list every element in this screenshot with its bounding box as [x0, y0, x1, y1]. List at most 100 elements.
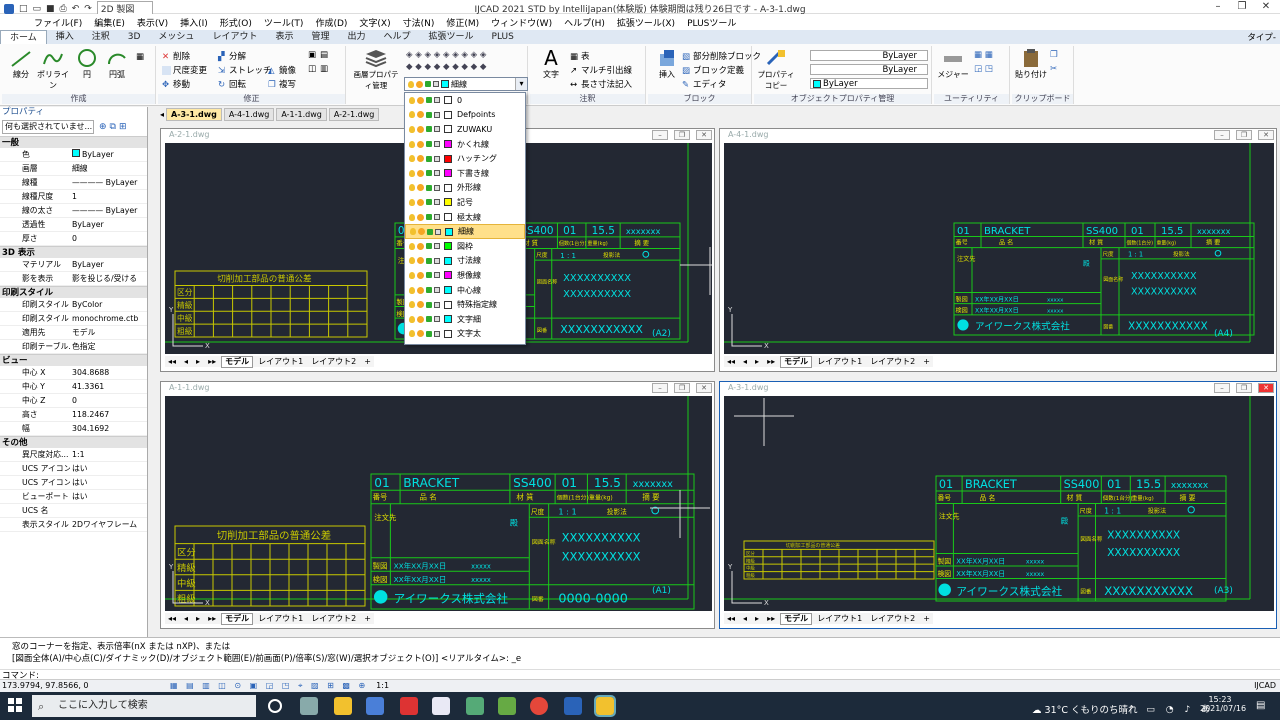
menu-item[interactable]: 寸法(N): [403, 16, 435, 29]
lock-icon[interactable]: [426, 199, 432, 206]
bulb-icon[interactable]: [409, 242, 415, 250]
property-row[interactable]: 線種尺度 1: [0, 190, 147, 204]
menu-item[interactable]: 文字(X): [359, 16, 390, 29]
ribbon-tab[interactable]: ヘルプ: [375, 30, 420, 44]
bulb-icon[interactable]: [409, 169, 415, 177]
viewport-a3[interactable]: A-3-1.dwg – ❐ ✕ 01 BRACKET SS400 01 15.5 xxxxxxx 番…: [719, 381, 1277, 629]
ribbon-tab[interactable]: レイアウト: [203, 30, 266, 44]
menu-item[interactable]: 挿入(I): [180, 16, 208, 29]
layer-item[interactable]: ZUWAKU: [405, 122, 525, 137]
menu-item[interactable]: ファイル(F): [34, 16, 82, 29]
viewport-titlebar[interactable]: A-3-1.dwg – ❐ ✕: [720, 382, 1276, 394]
notification-icon[interactable]: ▤: [1256, 700, 1265, 711]
property-value[interactable]: 2Dワイヤフレーム: [70, 518, 147, 531]
quick-select-icon[interactable]: ⧉: [110, 122, 116, 132]
copy-clip-icon[interactable]: ❐: [1050, 50, 1058, 60]
properties-section-header[interactable]: その他: [0, 436, 147, 448]
lock-icon[interactable]: [426, 330, 432, 337]
lock-icon[interactable]: [426, 214, 432, 221]
drawing-canvas[interactable]: 01 BRACKET SS400 01 15.5 xxxxxxx 番号 品 名 材 質 個数(1台…: [724, 143, 1274, 354]
modify-tools-2[interactable]: ◫ ▥: [308, 64, 328, 74]
ribbon-tab[interactable]: PLUS: [483, 30, 523, 44]
bulb-icon[interactable]: [409, 155, 415, 163]
property-row[interactable]: 印刷スタイル monochrome.ctb: [0, 312, 147, 326]
property-row[interactable]: 印刷テーブル...色指定: [0, 340, 147, 354]
menu-item[interactable]: ウィンドウ(W): [491, 16, 552, 29]
save-icon[interactable]: ■: [46, 4, 55, 14]
printer-icon[interactable]: [434, 316, 440, 323]
redo-icon[interactable]: ↷: [84, 4, 92, 14]
properties-section-header[interactable]: 一般: [0, 136, 147, 148]
printer-icon[interactable]: [434, 257, 440, 264]
menu-item[interactable]: 形式(O): [220, 16, 252, 29]
doc-tab[interactable]: A-2-1.dwg: [328, 107, 380, 121]
copy-button[interactable]: ❐ 複写: [268, 78, 296, 91]
undo-icon[interactable]: ↶: [72, 4, 80, 14]
bulb-icon[interactable]: [409, 330, 415, 338]
sun-icon[interactable]: [417, 257, 424, 265]
lock-icon[interactable]: [426, 155, 432, 162]
viewport-titlebar[interactable]: A-4-1.dwg – ❐ ✕: [720, 129, 1276, 141]
layer-item[interactable]: 0: [405, 93, 525, 108]
property-row[interactable]: 高さ 118.2467: [0, 408, 147, 422]
annotation-scale[interactable]: 1:1: [376, 680, 389, 692]
menu-item[interactable]: 編集(E): [94, 16, 125, 29]
property-row[interactable]: ビューポートご...はい: [0, 490, 147, 504]
property-value[interactable]: ByLayer: [70, 148, 147, 161]
property-row[interactable]: 中心 Y 41.3361: [0, 380, 147, 394]
property-value[interactable]: 細線: [70, 162, 147, 175]
layout-nav-icon[interactable]: ▸▸: [205, 614, 219, 624]
maximize-icon[interactable]: ❐: [1236, 383, 1252, 393]
printer-icon[interactable]: [434, 214, 440, 221]
modify-tools[interactable]: ▣ ▤: [308, 50, 328, 60]
lock-icon[interactable]: [426, 126, 432, 133]
add-layout-icon[interactable]: +: [920, 357, 933, 367]
lock-icon[interactable]: [426, 170, 432, 177]
ribbon-tab[interactable]: 表示: [266, 30, 302, 44]
property-value[interactable]: 304.1692: [70, 422, 147, 435]
sun-icon[interactable]: [417, 96, 424, 104]
layout-tab-model[interactable]: モデル: [221, 612, 254, 625]
sun-icon[interactable]: [417, 155, 424, 163]
bulb-icon[interactable]: [409, 315, 415, 323]
bulb-icon[interactable]: [409, 271, 415, 279]
explode-button[interactable]: ▞ 分解: [218, 50, 246, 63]
block-define-button[interactable]: ▨ ブロック定義: [682, 64, 744, 77]
ribbon-tab[interactable]: メッシュ: [149, 30, 203, 44]
app-icon-4[interactable]: [564, 697, 582, 715]
lock-icon[interactable]: [426, 141, 432, 148]
mirror-button[interactable]: ◭ 鏡像: [268, 64, 296, 77]
circle-button[interactable]: 円: [70, 48, 104, 80]
layout-tab-2[interactable]: レイアウト2: [867, 614, 918, 624]
lock-icon[interactable]: [426, 111, 432, 118]
property-row[interactable]: 画層 細線: [0, 162, 147, 176]
color-select[interactable]: ByLayer: [810, 78, 928, 89]
property-row[interactable]: 透過性 ByLayer: [0, 218, 147, 232]
property-value[interactable]: [70, 504, 147, 517]
line-button[interactable]: 線分: [4, 48, 38, 80]
layer-item[interactable]: 極太線: [405, 210, 525, 225]
utility-tools[interactable]: ▦ ▦: [974, 50, 993, 60]
bulb-icon[interactable]: [409, 286, 415, 294]
layout-nav-icon[interactable]: ▸: [752, 357, 762, 367]
explorer-icon[interactable]: [334, 697, 352, 715]
printer-icon[interactable]: [435, 228, 441, 235]
printer-icon[interactable]: [434, 97, 440, 104]
ribbon-tab[interactable]: ホーム: [0, 29, 47, 45]
select-objects-icon[interactable]: ⊕: [99, 122, 107, 132]
printer-icon[interactable]: [434, 301, 440, 308]
type-label[interactable]: タイプ-: [1247, 31, 1276, 43]
status-toggles[interactable]: ▦ ▤ ▥ ◫ ⊙ ▣ ◲ ◳ ⌖ ▨ ⊞ ▩ ⊕: [170, 680, 368, 692]
printer-icon[interactable]: [434, 330, 440, 337]
ribbon-tab[interactable]: 出力: [338, 30, 374, 44]
paste-button[interactable]: 貼り付け: [1014, 48, 1048, 80]
property-row[interactable]: 線種 ———— ByLayer: [0, 176, 147, 190]
add-layout-icon[interactable]: +: [361, 357, 374, 367]
new-icon[interactable]: □: [19, 4, 28, 14]
lock-icon[interactable]: [427, 228, 433, 235]
polyline-button[interactable]: ポリライン: [36, 48, 70, 91]
lock-icon[interactable]: [426, 97, 432, 104]
property-row[interactable]: 影を表示 影を投じる/受ける: [0, 272, 147, 286]
app-icon-2[interactable]: [466, 697, 484, 715]
property-row[interactable]: 印刷スタイル ByColor: [0, 298, 147, 312]
